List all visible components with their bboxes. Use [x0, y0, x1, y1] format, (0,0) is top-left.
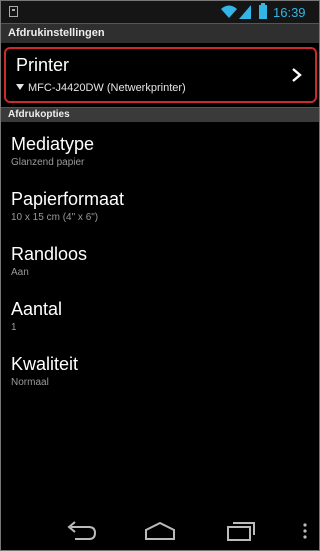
- option-title: Papierformaat: [11, 189, 125, 209]
- option-value: 10 x 15 cm (4" x 6"): [11, 212, 99, 223]
- navigation-bar: [1, 511, 319, 550]
- section-header-label: Afdrukinstellingen: [8, 27, 105, 39]
- option-aantal[interactable]: Aantal 1: [11, 298, 311, 333]
- printer-device: MFC-J4420DW (Netwerkprinter): [16, 82, 186, 94]
- notification-icon: [9, 6, 18, 17]
- status-time: 16:39: [273, 5, 306, 20]
- option-value: Aan: [11, 267, 29, 278]
- home-icon[interactable]: [144, 521, 176, 541]
- printer-selector[interactable]: Printer MFC-J4420DW (Netwerkprinter): [4, 47, 317, 103]
- option-title: Kwaliteit: [11, 354, 79, 374]
- section-header-label: Afdrukopties: [8, 109, 70, 120]
- overflow-menu-icon[interactable]: [302, 521, 308, 541]
- battery-icon: [259, 3, 267, 19]
- option-title: Aantal: [11, 299, 63, 319]
- signal-icon: [239, 5, 251, 19]
- section-header-print-settings: Afdrukinstellingen: [1, 23, 319, 43]
- printer-device-label: MFC-J4420DW (Netwerkprinter): [28, 82, 186, 94]
- option-mediatype[interactable]: Mediatype Glanzend papier: [11, 133, 311, 168]
- wifi-icon: [221, 5, 237, 18]
- option-title: Randloos: [11, 244, 88, 264]
- back-icon[interactable]: [65, 521, 97, 541]
- network-triangle-icon: [16, 84, 24, 90]
- option-title: Mediatype: [11, 134, 95, 154]
- option-value: Normaal: [11, 377, 49, 388]
- status-bar: 16:39: [1, 1, 319, 23]
- section-header-print-options: Afdrukopties: [1, 107, 319, 122]
- app-screen: 16:39 Afdrukinstellingen Printer MFC-J44…: [0, 0, 320, 551]
- printer-title: Printer: [16, 55, 70, 75]
- option-value: Glanzend papier: [11, 157, 85, 168]
- option-kwaliteit[interactable]: Kwaliteit Normaal: [11, 353, 311, 388]
- option-value: 1: [11, 322, 17, 333]
- option-randloos[interactable]: Randloos Aan: [11, 243, 311, 278]
- recents-icon[interactable]: [226, 521, 256, 541]
- option-papierformaat[interactable]: Papierformaat 10 x 15 cm (4" x 6"): [11, 188, 311, 223]
- chevron-right-icon: [292, 68, 302, 82]
